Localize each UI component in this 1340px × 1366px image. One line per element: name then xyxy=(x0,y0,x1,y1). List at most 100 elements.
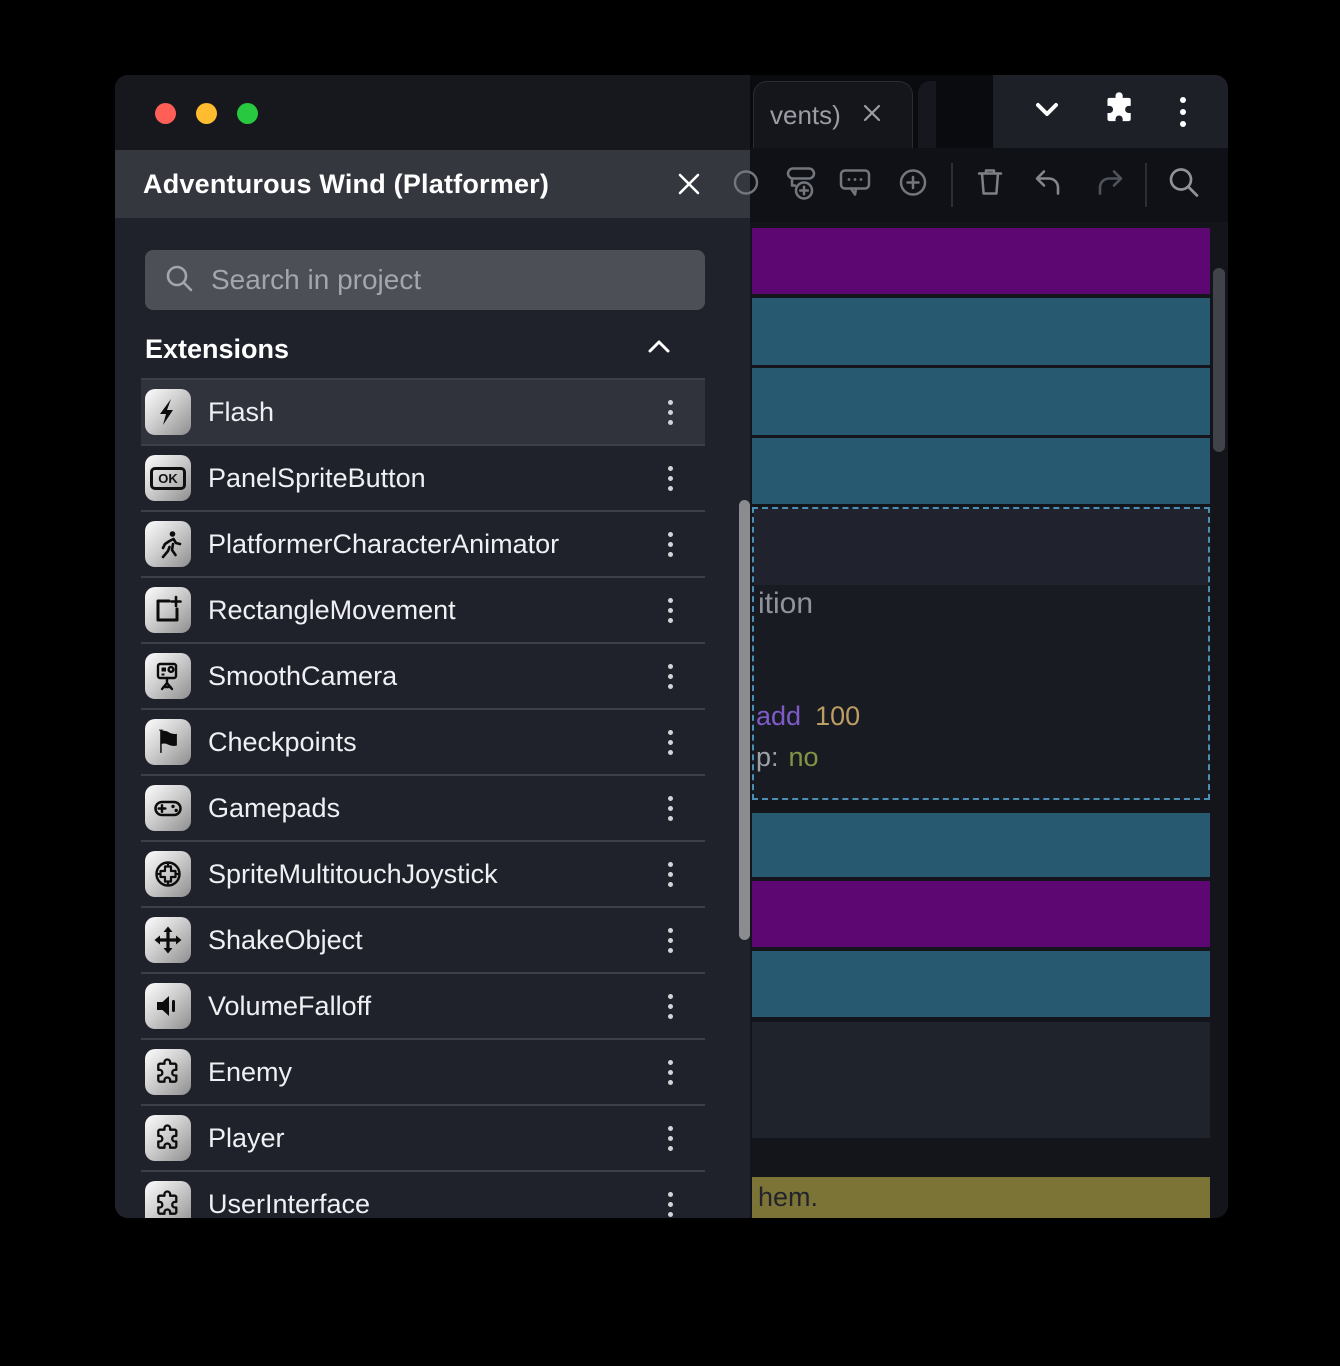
next-tab-edge[interactable] xyxy=(918,81,936,148)
extension-label: UserInterface xyxy=(208,1189,370,1219)
zoom-window-button[interactable] xyxy=(237,103,258,124)
gamepad-extension-icon xyxy=(145,785,191,831)
kebab-menu-icon[interactable] xyxy=(662,592,679,629)
parameter-value: no xyxy=(789,742,819,772)
flash-extension-icon xyxy=(145,389,191,435)
event-row-teal[interactable] xyxy=(752,951,1210,1017)
event-row-teal[interactable] xyxy=(752,438,1210,504)
add-new-event-icon[interactable] xyxy=(892,162,934,209)
list-item-gamepads[interactable]: Gamepads xyxy=(141,776,705,842)
list-item-userinterface[interactable]: UserInterface xyxy=(141,1172,705,1218)
extension-label: Enemy xyxy=(208,1057,292,1088)
kebab-menu-icon[interactable] xyxy=(662,790,679,827)
event-row-teal[interactable] xyxy=(752,298,1210,365)
kebab-menu-icon[interactable] xyxy=(662,460,679,497)
list-item-flash[interactable]: Flash xyxy=(141,380,705,446)
tab-events-sheet[interactable]: vents) xyxy=(753,81,913,148)
list-item-checkpoints[interactable]: ⚑ Checkpoints xyxy=(141,710,705,776)
minimize-window-button[interactable] xyxy=(196,103,217,124)
chevron-up-icon[interactable] xyxy=(644,332,674,367)
flag-extension-icon: ⚑ xyxy=(145,719,191,765)
extensions-puzzle-icon[interactable] xyxy=(1101,90,1139,133)
partial-add-event-icon[interactable] xyxy=(731,168,761,203)
list-item-spritemultitouchjoystick[interactable]: SpriteMultitouchJoystick xyxy=(141,842,705,908)
event-row-purple[interactable] xyxy=(752,228,1210,294)
extension-label: Checkpoints xyxy=(208,727,357,758)
speaker-extension-icon xyxy=(145,983,191,1029)
kebab-menu-icon[interactable] xyxy=(662,526,679,563)
redo-icon[interactable] xyxy=(1088,161,1132,210)
search-icon xyxy=(163,262,195,299)
list-item-enemy[interactable]: Enemy xyxy=(141,1040,705,1106)
panel-scrollbar-thumb[interactable] xyxy=(739,500,750,940)
kebab-menu-icon[interactable] xyxy=(662,922,679,959)
rectangle-plus-extension-icon xyxy=(145,587,191,633)
kebab-menu-icon[interactable] xyxy=(662,988,679,1025)
extension-label: VolumeFalloff xyxy=(208,991,371,1022)
kebab-menu-icon[interactable] xyxy=(662,394,679,431)
extension-label: ShakeObject xyxy=(208,925,363,956)
extensions-list: Flash OK PanelSpriteButton xyxy=(141,378,705,1218)
extension-label: Flash xyxy=(208,397,274,428)
kebab-menu-icon[interactable] xyxy=(662,1054,679,1091)
parameter-line: p: no xyxy=(756,742,819,773)
kebab-menu-icon[interactable] xyxy=(662,856,679,893)
close-window-button[interactable] xyxy=(155,103,176,124)
window-controls-panel xyxy=(993,75,1228,148)
action-line: add100 xyxy=(756,701,860,732)
selected-event[interactable]: ition add100 p: no xyxy=(752,507,1210,800)
kebab-menu-icon[interactable] xyxy=(662,724,679,761)
camera-extension-icon xyxy=(145,653,191,699)
events-toolbar xyxy=(750,148,1228,222)
action-keyword: add xyxy=(756,701,801,731)
list-item-rectanglemovement[interactable]: RectangleMovement xyxy=(141,578,705,644)
runner-extension-icon xyxy=(145,521,191,567)
condition-text: ition xyxy=(758,587,813,621)
tab-bar: vents) xyxy=(750,75,1228,148)
kebab-menu-icon[interactable] xyxy=(662,1186,679,1219)
list-item-player[interactable]: Player xyxy=(141,1106,705,1172)
kebab-menu-icon[interactable] xyxy=(662,1120,679,1157)
list-item-shakeobject[interactable]: ShakeObject xyxy=(141,908,705,974)
delete-icon[interactable] xyxy=(969,162,1011,209)
search-input[interactable] xyxy=(211,264,687,296)
add-comment-icon[interactable] xyxy=(834,162,876,209)
joystick-extension-icon xyxy=(145,851,191,897)
event-row-purple[interactable] xyxy=(752,881,1210,947)
puzzle-extension-icon xyxy=(145,1115,191,1161)
chevron-down-icon[interactable] xyxy=(1029,91,1065,132)
move-arrows-extension-icon xyxy=(145,917,191,963)
toolbar-divider xyxy=(1145,163,1147,207)
project-title: Adventurous Wind (Platformer) xyxy=(143,169,549,200)
list-item-volumefalloff[interactable]: VolumeFalloff xyxy=(141,974,705,1040)
tab-label: vents) xyxy=(770,100,841,131)
list-item-platformercharacteranimator[interactable]: PlatformerCharacterAnimator xyxy=(141,512,705,578)
extension-label: PanelSpriteButton xyxy=(208,463,426,494)
search-events-icon[interactable] xyxy=(1162,161,1206,210)
event-row-teal[interactable] xyxy=(752,813,1210,877)
kebab-menu-icon[interactable] xyxy=(662,658,679,695)
desktop-background: Adventurous Wind (Platformer) Extensions xyxy=(0,0,1340,1366)
window-titlebar xyxy=(115,75,750,150)
comment-event-row[interactable]: hem. xyxy=(752,1177,1210,1218)
parameter-label: p: xyxy=(756,742,779,772)
extension-label: Player xyxy=(208,1123,285,1154)
list-item-smoothcamera[interactable]: SmoothCamera xyxy=(141,644,705,710)
ok-button-extension-icon: OK xyxy=(145,455,191,501)
events-scrollbar-thumb[interactable] xyxy=(1213,268,1225,452)
comment-text: hem. xyxy=(752,1182,818,1213)
puzzle-extension-icon xyxy=(145,1049,191,1095)
event-row-teal[interactable] xyxy=(752,368,1210,435)
list-item-panelspritebutton[interactable]: OK PanelSpriteButton xyxy=(141,446,705,512)
selected-event-condition-strip[interactable] xyxy=(754,509,1208,585)
close-panel-icon[interactable] xyxy=(674,169,704,199)
extension-label: SpriteMultitouchJoystick xyxy=(208,859,498,890)
search-box[interactable] xyxy=(145,250,705,310)
extensions-section-header[interactable]: Extensions xyxy=(145,327,690,371)
undo-icon[interactable] xyxy=(1026,161,1070,210)
add-subevent-icon[interactable] xyxy=(779,162,821,209)
puzzle-extension-icon xyxy=(145,1181,191,1218)
more-options-kebab-icon[interactable] xyxy=(1174,91,1192,133)
close-tab-icon[interactable] xyxy=(861,102,883,129)
event-row-empty[interactable] xyxy=(752,1022,1210,1138)
